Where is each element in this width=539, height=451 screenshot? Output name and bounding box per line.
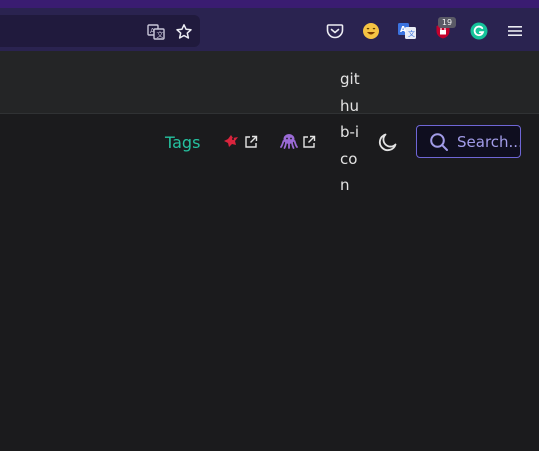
page-body — [0, 114, 539, 451]
nav-link-tags[interactable]: Tags — [165, 133, 200, 153]
site-header-band — [0, 51, 539, 114]
svg-text:文: 文 — [408, 29, 415, 38]
search-icon — [429, 132, 449, 152]
hamburger-menu-icon[interactable] — [504, 20, 526, 42]
address-bar[interactable]: A 文 — [0, 15, 200, 47]
translate-icon[interactable]: A 文 — [146, 22, 166, 42]
search-placeholder: Search... — [457, 132, 520, 151]
dark-mode-toggle[interactable] — [376, 132, 400, 156]
external-link-icon — [302, 134, 316, 153]
grammarly-icon[interactable] — [468, 20, 490, 42]
translator-extension-icon[interactable]: A 文 — [396, 20, 418, 42]
bookmark-star-icon[interactable] — [174, 22, 194, 42]
svg-text:文: 文 — [157, 30, 164, 39]
svg-text:A: A — [400, 25, 407, 34]
moon-icon — [377, 131, 399, 157]
search-button[interactable]: Search... — [416, 125, 521, 158]
adblock-count-badge: 19 — [438, 17, 456, 28]
external-link-icon — [244, 134, 258, 153]
github-link-broken-image-alt[interactable]: github-icon — [340, 66, 360, 199]
svg-text:A: A — [150, 27, 155, 35]
emoji-extension-icon[interactable] — [360, 20, 382, 42]
pocket-icon[interactable] — [324, 20, 346, 42]
nav-link-bird[interactable] — [222, 133, 258, 153]
bird-icon — [222, 133, 240, 153]
browser-toolbar: A 文 A 文 19 — [0, 8, 539, 52]
browser-tab-strip — [0, 0, 539, 8]
nav-link-octopus[interactable] — [280, 133, 316, 153]
octopus-icon — [280, 133, 298, 153]
browser-window: A 文 A 文 19 Tags github-icon Search... — [0, 0, 539, 451]
